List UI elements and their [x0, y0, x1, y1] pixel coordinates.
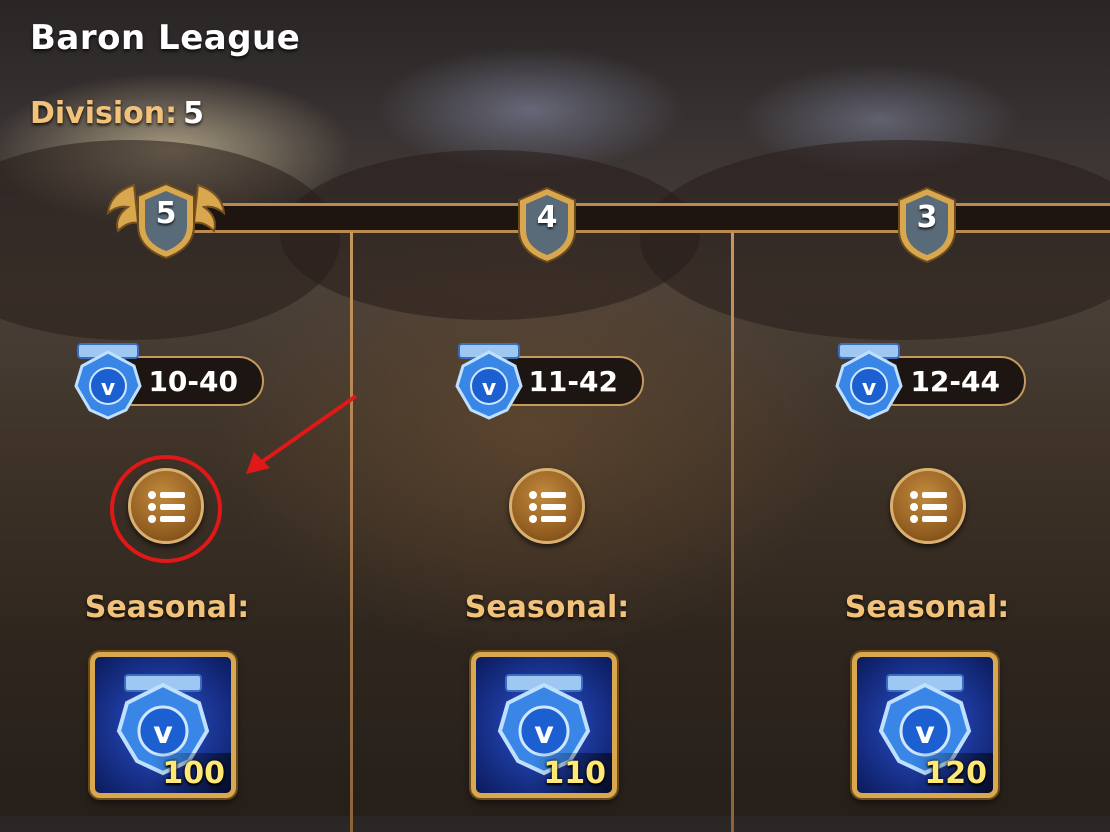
score-range: 12-44 [910, 365, 1000, 398]
seasonal-reward[interactable]: v 110 [471, 652, 617, 798]
seasonal-reward[interactable]: v 100 [90, 652, 236, 798]
svg-text:v: v [534, 716, 554, 751]
division-number: 5 [155, 196, 177, 231]
list-icon [529, 491, 566, 523]
score-range: 10-40 [148, 365, 238, 398]
division-number: 3 [916, 200, 938, 235]
reward-quantity: 110 [543, 756, 606, 791]
division-label: Division: [30, 96, 178, 131]
pointer-arrow-icon [240, 390, 360, 484]
reward-quantity: 120 [924, 756, 987, 791]
league-title: Baron League [30, 18, 301, 58]
seasonal-label: Seasonal: [84, 590, 250, 625]
seasonal-label: Seasonal: [464, 590, 630, 625]
highlight-circle [110, 455, 222, 563]
seasonal-reward[interactable]: v 120 [852, 652, 998, 798]
division-track [175, 203, 1110, 233]
division-number: 4 [536, 200, 558, 235]
division-badge-4[interactable]: 4 [515, 186, 579, 264]
valor-gem-icon: v [449, 342, 529, 422]
column-divider [731, 232, 734, 832]
division-details-button[interactable] [890, 468, 966, 544]
svg-text:v: v [101, 376, 116, 401]
svg-text:v: v [153, 716, 173, 751]
svg-text:v: v [915, 716, 935, 751]
division-details-button[interactable] [509, 468, 585, 544]
svg-text:v: v [482, 376, 497, 401]
division-badge-5[interactable]: 5 [134, 182, 198, 260]
column-divider [350, 232, 353, 832]
svg-text:v: v [862, 376, 877, 401]
division-indicator: Division: 5 [30, 96, 204, 131]
valor-gem-icon: v [829, 342, 909, 422]
list-icon [910, 491, 947, 523]
valor-gem-icon: v [68, 342, 148, 422]
division-badge-3[interactable]: 3 [895, 186, 959, 264]
division-value: 5 [183, 96, 205, 131]
seasonal-label: Seasonal: [844, 590, 1010, 625]
score-range: 11-42 [528, 365, 618, 398]
reward-quantity: 100 [162, 756, 225, 791]
